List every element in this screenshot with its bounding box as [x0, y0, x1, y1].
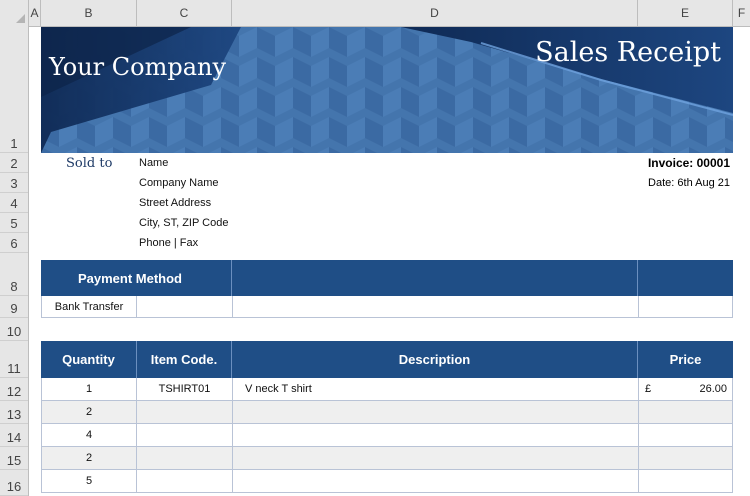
- price-cell[interactable]: £ 26.00: [639, 378, 733, 400]
- column-header-b[interactable]: B: [41, 0, 137, 26]
- description-cell[interactable]: [233, 470, 639, 492]
- header-banner: Your Company Sales Receipt: [41, 27, 733, 153]
- receipt-title: Sales Receipt: [535, 37, 721, 68]
- sold-to-name[interactable]: Name: [139, 157, 168, 169]
- table-row: 4: [41, 424, 733, 447]
- column-header-e[interactable]: E: [638, 0, 733, 26]
- item-code-cell[interactable]: [137, 424, 233, 446]
- description-cell[interactable]: V neck T shirt: [233, 378, 639, 400]
- payment-row: Bank Transfer: [41, 296, 733, 318]
- quantity-cell[interactable]: 4: [42, 424, 137, 446]
- select-all-corner[interactable]: [0, 0, 29, 26]
- company-name: Your Company: [49, 53, 227, 81]
- price-cell[interactable]: [639, 447, 733, 469]
- payment-cell-c[interactable]: [137, 296, 233, 317]
- item-code-header[interactable]: Item Code.: [137, 341, 232, 378]
- column-header-a[interactable]: A: [29, 0, 41, 26]
- price-value: 26.00: [699, 383, 727, 395]
- payment-method-header[interactable]: Payment Method: [29, 260, 232, 296]
- sold-to-phone[interactable]: Phone | Fax: [139, 237, 198, 249]
- sold-to-street[interactable]: Street Address: [139, 197, 211, 209]
- table-row: 1 TSHIRT01 V neck T shirt £ 26.00: [41, 378, 733, 401]
- item-code-cell[interactable]: [137, 447, 233, 469]
- column-header-c[interactable]: C: [137, 0, 232, 26]
- price-cell[interactable]: [639, 401, 733, 423]
- description-cell[interactable]: [233, 447, 639, 469]
- items-header-row: Quantity Item Code. Description Price: [41, 341, 733, 378]
- price-header[interactable]: Price: [638, 341, 733, 378]
- description-cell[interactable]: [233, 424, 639, 446]
- row-header[interactable]: 1: [0, 27, 28, 153]
- row-header[interactable]: 6: [0, 233, 28, 253]
- sold-to-label: Sold to: [66, 156, 113, 171]
- row-header[interactable]: 5: [0, 213, 28, 233]
- table-row: 2: [41, 401, 733, 424]
- quantity-cell[interactable]: 1: [42, 378, 137, 400]
- payment-header-blank-e[interactable]: [638, 260, 733, 296]
- quantity-cell[interactable]: 2: [42, 447, 137, 469]
- row-header[interactable]: 14: [0, 424, 28, 447]
- payment-cell-d[interactable]: [233, 296, 639, 317]
- payment-method-value[interactable]: Bank Transfer: [42, 296, 137, 317]
- invoice-number-text: Invoice: 00001: [647, 156, 730, 170]
- row-header[interactable]: 13: [0, 401, 28, 424]
- item-code-cell[interactable]: [137, 401, 233, 423]
- row-header[interactable]: 3: [0, 173, 28, 193]
- price-cell[interactable]: [639, 470, 733, 492]
- quantity-header[interactable]: Quantity: [41, 341, 137, 378]
- row-header[interactable]: 8: [0, 253, 28, 296]
- item-code-cell[interactable]: [137, 470, 233, 492]
- invoice-number[interactable]: Invoice: 00001: [648, 156, 730, 170]
- description-header[interactable]: Description: [232, 341, 638, 378]
- description-cell[interactable]: [233, 401, 639, 423]
- row-header[interactable]: 9: [0, 296, 28, 318]
- column-header-f[interactable]: F: [733, 0, 750, 26]
- quantity-cell[interactable]: 2: [42, 401, 137, 423]
- item-code-cell[interactable]: TSHIRT01: [137, 378, 233, 400]
- row-header[interactable]: 11: [0, 341, 28, 378]
- payment-cell-e[interactable]: [639, 296, 733, 317]
- payment-header-blank[interactable]: [232, 260, 638, 296]
- row-header[interactable]: 15: [0, 447, 28, 470]
- currency-symbol: £: [645, 383, 652, 395]
- sold-to-company[interactable]: Company Name: [139, 177, 218, 189]
- table-row: 5: [41, 470, 733, 493]
- column-header-d[interactable]: D: [232, 0, 638, 26]
- row-header[interactable]: 4: [0, 193, 28, 213]
- quantity-cell[interactable]: 5: [42, 470, 137, 492]
- row-header[interactable]: 12: [0, 378, 28, 401]
- table-row: 2: [41, 447, 733, 470]
- sold-to-city[interactable]: City, ST, ZIP Code: [139, 217, 228, 229]
- invoice-date[interactable]: Date: 6th Aug 21: [648, 177, 730, 189]
- row-header[interactable]: 2: [0, 153, 28, 173]
- payment-header-row: Payment Method: [41, 260, 733, 296]
- row-header[interactable]: 10: [0, 318, 28, 341]
- row-header[interactable]: 16: [0, 470, 28, 496]
- price-cell[interactable]: [639, 424, 733, 446]
- select-all-icon: [16, 14, 25, 23]
